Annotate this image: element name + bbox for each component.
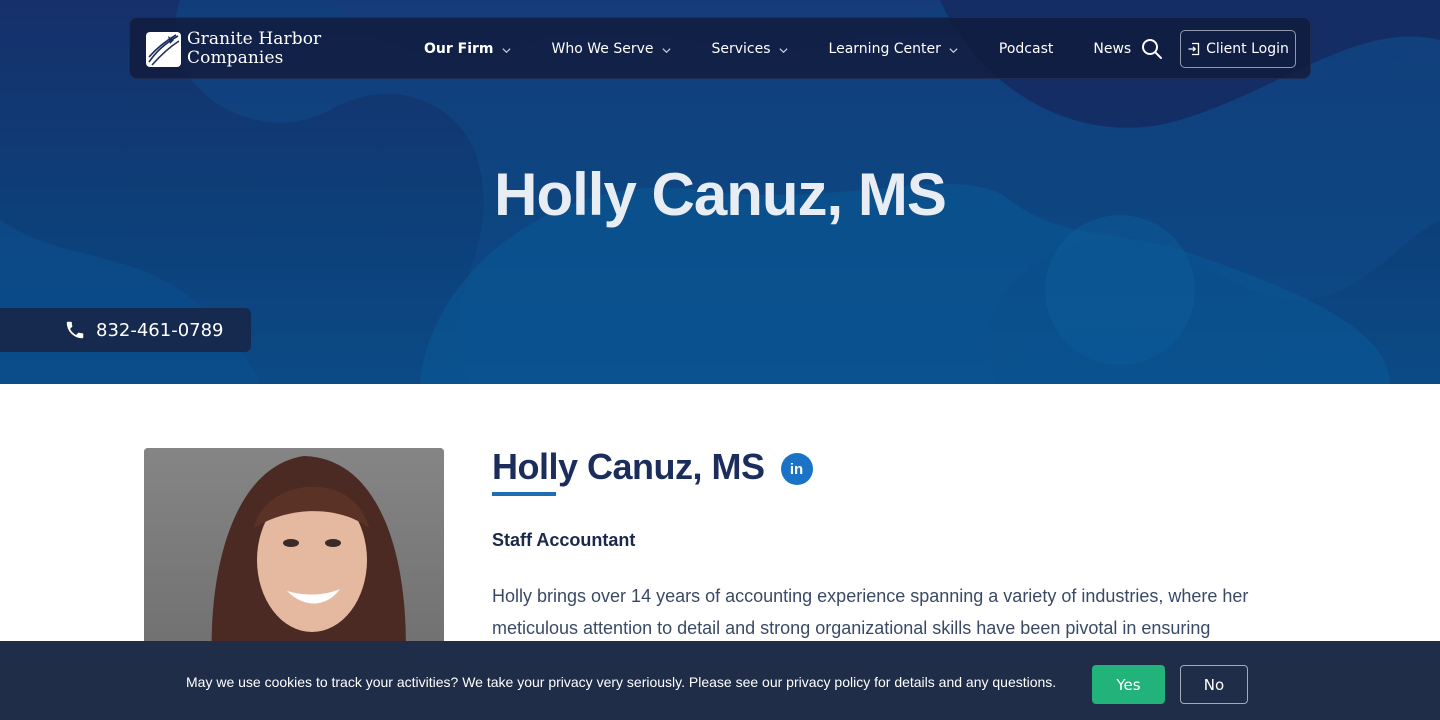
nav-item-label: Learning Center xyxy=(828,41,941,57)
nav-item-podcast[interactable]: Podcast xyxy=(999,41,1053,57)
nav-item-our-firm[interactable]: Our Firm xyxy=(424,41,512,57)
brand-name: Granite Harbor Companies xyxy=(187,30,321,68)
client-login-button[interactable]: Client Login xyxy=(1180,30,1296,68)
chevron-down-icon xyxy=(661,48,671,54)
nav-item-news[interactable]: News xyxy=(1093,41,1131,57)
chevron-down-icon xyxy=(778,48,788,54)
brand-name-line1: Granite Harbor xyxy=(187,29,322,49)
cookie-message: May we use cookies to track your activit… xyxy=(186,674,1057,690)
nav-item-services[interactable]: Services xyxy=(712,41,789,57)
nav-item-label: Who We Serve xyxy=(551,41,654,57)
phone-number: 832-461-0789 xyxy=(96,319,224,341)
cookie-accept-button[interactable]: Yes xyxy=(1092,665,1165,704)
main-nav: Our Firm Who We Serve Services Learning … xyxy=(424,18,1171,80)
nav-item-label: Services xyxy=(711,41,771,57)
name-underline-accent xyxy=(492,492,556,496)
profile-name: Holly Canuz, MS xyxy=(492,446,765,487)
nav-item-learning-center[interactable]: Learning Center xyxy=(829,41,959,57)
nav-item-label: News xyxy=(1093,41,1132,57)
page-title: Holly Canuz, MS xyxy=(494,161,947,228)
phone-icon xyxy=(66,321,84,339)
profile-bio: Holly brings over 14 years of accounting… xyxy=(492,586,1249,638)
cookie-decline-button[interactable]: No xyxy=(1180,665,1248,704)
client-login-label: Client Login xyxy=(1206,41,1289,57)
compass-swoosh-icon xyxy=(146,31,181,67)
chevron-down-icon xyxy=(949,48,958,54)
chevron-down-icon xyxy=(501,48,511,54)
nav-item-label: Our Firm xyxy=(424,41,494,57)
profile-role: Staff Accountant xyxy=(492,530,636,550)
nav-item-label: Podcast xyxy=(998,41,1054,57)
profile-name-row: Holly Canuz, MS in xyxy=(492,446,813,488)
cookie-consent-bar: May we use cookies to track your activit… xyxy=(0,641,1440,720)
linkedin-icon[interactable]: in xyxy=(780,453,813,485)
hero-banner: Granite Harbor Companies Our Firm Who We… xyxy=(0,0,1440,384)
brand-logo[interactable]: Granite Harbor Companies xyxy=(146,30,321,68)
search-icon[interactable] xyxy=(1141,38,1163,60)
brand-name-line2: Companies xyxy=(187,48,284,68)
phone-call-button[interactable]: 832-461-0789 xyxy=(0,308,251,352)
login-icon xyxy=(1188,42,1200,56)
nav-item-who-we-serve[interactable]: Who We Serve xyxy=(552,41,672,57)
top-navigation-bar: Granite Harbor Companies Our Firm Who We… xyxy=(129,17,1311,79)
